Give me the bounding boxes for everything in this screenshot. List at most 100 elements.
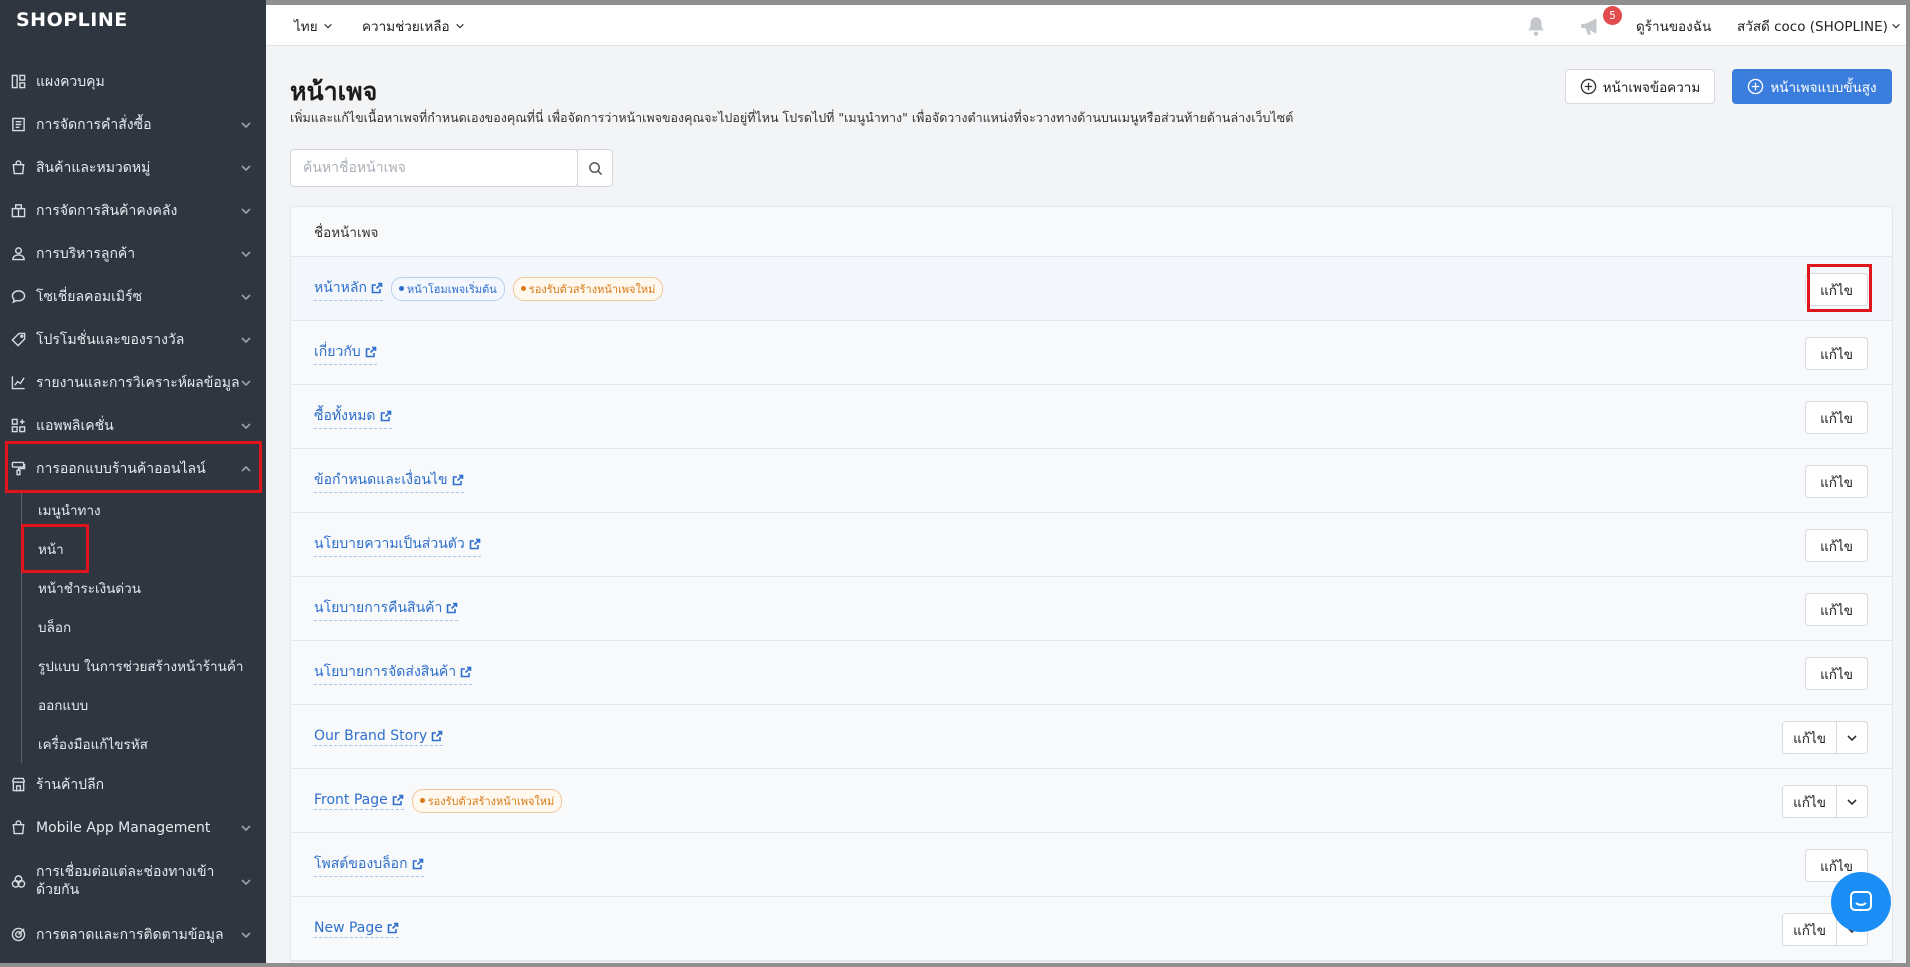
sidebar-item-label: การจัดการคำสั่งซื้อ (36, 116, 152, 133)
page-name: New Page (314, 919, 383, 936)
add-advanced-page-button[interactable]: หน้าเพจแบบขั้นสูง (1732, 69, 1892, 104)
sidebar-item-mobile-app[interactable]: Mobile App Management (0, 806, 266, 849)
edit-button-group: แก้ไข (1782, 721, 1868, 754)
external-link-icon (387, 922, 399, 933)
table-row: นโยบายการคืนสินค้า แก้ไข (291, 577, 1892, 641)
table-row: ซื้อทั้งหมด แก้ไข (291, 385, 1892, 449)
search-input[interactable] (291, 150, 577, 186)
page-title: หน้าเพจ (290, 77, 378, 106)
page-name: ซื้อทั้งหมด (314, 407, 376, 424)
greeting-label: สวัสดี coco (SHOPLINE) (1737, 18, 1888, 35)
help-menu[interactable]: ความช่วยเหลือ (362, 5, 465, 46)
sidebar-item-inventory[interactable]: การจัดการสินค้าคงคลัง (0, 189, 266, 232)
page-name: เกี่ยวกับ (314, 343, 361, 360)
submenu-item-design[interactable]: ออกแบบ (22, 685, 266, 724)
table-row: โพสต์ของบล็อก แก้ไข (291, 833, 1892, 897)
sidebar-item-label: Mobile App Management (36, 819, 211, 836)
external-link-icon (380, 410, 391, 421)
page-link[interactable]: New Page (314, 920, 399, 938)
default-homepage-tag: หน้าโฮมเพจเริ่มต้น (390, 276, 505, 301)
pages-table: ชื่อหน้าเพจ หน้าหลัก หน้าโฮมเพจเริ่มต้น … (290, 206, 1893, 962)
external-link-icon (447, 602, 458, 613)
external-link-icon (365, 346, 377, 357)
table-row: New Page แก้ไข (291, 897, 1892, 961)
submenu-item-express-checkout[interactable]: หน้าชำระเงินด่วน (22, 568, 266, 607)
page-link[interactable]: Front Page (314, 792, 404, 810)
external-link-icon (452, 474, 463, 485)
page-link[interactable]: โพสต์ของบล็อก (314, 853, 424, 877)
user-icon (10, 246, 26, 262)
sidebar-item-orders[interactable]: การจัดการคำสั่งซื้อ (0, 103, 266, 146)
shopline-logo[interactable]: SHOPLINE (16, 9, 128, 31)
view-store-link[interactable]: ดูร้านของฉัน (1636, 5, 1711, 46)
table-row: นโยบายการจัดส่งสินค้า แก้ไข (291, 641, 1892, 705)
edit-button[interactable]: แก้ไข (1805, 401, 1868, 434)
page-link[interactable]: Our Brand Story (314, 728, 444, 746)
plus-circle-icon (1580, 78, 1596, 95)
edit-button[interactable]: แก้ไข (1805, 529, 1868, 562)
submenu-item-blog[interactable]: บล็อก (22, 607, 266, 646)
sidebar-item-label: รายงานและการวิเคราะห์ผลข้อมูล (36, 374, 240, 391)
sidebar-item-customers[interactable]: การบริหารลูกค้า (0, 232, 266, 275)
help-label: ความช่วยเหลือ (362, 18, 450, 35)
tag-dot (398, 286, 404, 291)
edit-button[interactable]: แก้ไข (1805, 337, 1868, 370)
shopping-bag-icon (10, 160, 26, 176)
sidebar: SHOPLINE แผงควบคุม การจัดการคำสั่งซื้อ ส… (0, 0, 266, 967)
page-name: หน้าหลัก (314, 279, 367, 296)
sidebar-item-label: การจัดการสินค้าคงคลัง (36, 202, 178, 219)
sidebar-item-reports[interactable]: รายงานและการวิเคราะห์ผลข้อมูล (0, 361, 266, 404)
more-actions-dropdown[interactable] (1837, 722, 1867, 753)
window-edge-right (1906, 0, 1910, 967)
edit-button[interactable]: แก้ไข (1783, 722, 1837, 753)
bell-icon[interactable] (1525, 5, 1547, 46)
channels-icon (10, 873, 26, 889)
sidebar-item-retail-store[interactable]: ร้านค้าปลีก (0, 763, 266, 806)
chevron-down-icon (1847, 734, 1857, 741)
add-text-page-button[interactable]: หน้าเพจข้อความ (1565, 69, 1715, 104)
edit-button[interactable]: แก้ไข (1783, 914, 1837, 945)
submenu-item-templates[interactable]: รูปแบบ ในการช่วยสร้างหน้าร้านค้า (22, 646, 266, 685)
highlight-design-menu (5, 441, 262, 493)
sidebar-item-products[interactable]: สินค้าและหมวดหมู่ (0, 146, 266, 189)
tag-dot (520, 286, 526, 291)
more-actions-dropdown[interactable] (1837, 786, 1867, 817)
submenu-item-code-editor[interactable]: เครื่องมือแก้ไขรหัส (22, 724, 266, 763)
page-link[interactable]: หน้าหลัก (314, 277, 383, 301)
edit-button[interactable]: แก้ไข (1805, 465, 1868, 498)
window-edge-bottom (0, 963, 1910, 967)
page-link[interactable]: นโยบายความเป็นส่วนตัว (314, 533, 481, 557)
user-menu[interactable]: สวัสดี coco (SHOPLINE) (1737, 5, 1901, 46)
sidebar-item-dashboard[interactable]: แผงควบคุม (0, 60, 266, 103)
chevron-down-icon (323, 23, 332, 29)
search-button[interactable] (577, 149, 613, 187)
page-link[interactable]: ข้อกำหนดและเงื่อนไข (314, 469, 464, 493)
sidebar-item-promotions[interactable]: โปรโมชั่นและของรางวัล (0, 318, 266, 361)
chevron-down-icon (455, 23, 464, 29)
new-builder-tag: รองรับตัวสร้างหน้าเพจใหม่ (411, 788, 563, 813)
sidebar-item-social-commerce[interactable]: โซเชี่ยลคอมเมิร์ซ (0, 275, 266, 318)
sidebar-item-label: การตลาดและการติดตามข้อมูล (36, 926, 224, 943)
table-header: ชื่อหน้าเพจ (291, 207, 1892, 257)
table-row: ข้อกำหนดและเงื่อนไข แก้ไข (291, 449, 1892, 513)
page-link[interactable]: ซื้อทั้งหมด (314, 405, 392, 429)
highlight-edit-button (1807, 264, 1872, 312)
page-name: โพสต์ของบล็อก (314, 855, 408, 872)
sidebar-item-label: การเชื่อมต่อแต่ละช่องทางเข้าด้วยกัน (36, 864, 215, 898)
sidebar-item-channel-integration[interactable]: การเชื่อมต่อแต่ละช่องทางเข้าด้วยกัน (0, 849, 266, 913)
page-name: Front Page (314, 791, 388, 808)
language-select[interactable]: ไทย (294, 5, 333, 46)
live-chat-button[interactable] (1831, 872, 1891, 932)
edit-button[interactable]: แก้ไข (1805, 593, 1868, 626)
edit-button[interactable]: แก้ไข (1805, 657, 1868, 690)
page-link[interactable]: เกี่ยวกับ (314, 341, 377, 365)
notification-badge: 5 (1603, 6, 1622, 25)
megaphone-icon[interactable] (1579, 5, 1603, 46)
table-row: หน้าหลัก หน้าโฮมเพจเริ่มต้น รองรับตัวสร้… (291, 257, 1892, 321)
sidebar-item-marketing[interactable]: การตลาดและการติดตามข้อมูล (0, 913, 266, 956)
edit-button[interactable]: แก้ไข (1783, 786, 1837, 817)
external-link-icon (469, 538, 481, 549)
page-link[interactable]: นโยบายการจัดส่งสินค้า (314, 661, 473, 685)
sidebar-item-label: สินค้าและหมวดหมู่ (36, 159, 151, 176)
page-link[interactable]: นโยบายการคืนสินค้า (314, 597, 459, 621)
